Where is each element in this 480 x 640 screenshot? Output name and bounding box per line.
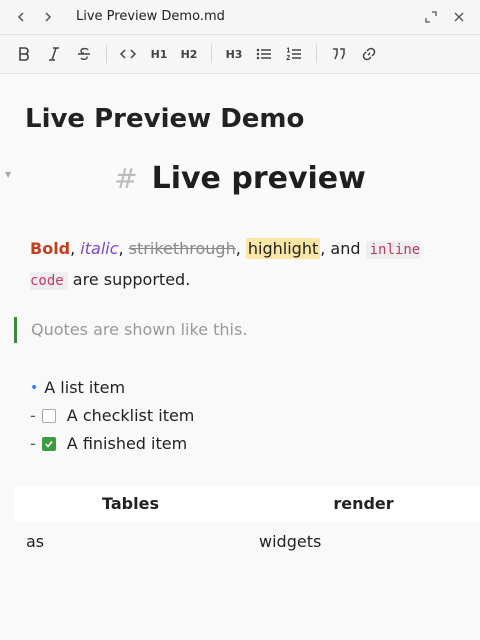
- checklist-item-text: A checklist item: [66, 406, 195, 425]
- paragraph-tail: are supported.: [67, 270, 191, 289]
- list-marker: -: [30, 434, 36, 453]
- bold-button[interactable]: [14, 43, 34, 65]
- table-row: as widgets: [14, 522, 480, 562]
- note-title[interactable]: Live Preview Demo: [25, 104, 304, 134]
- back-button[interactable]: [11, 7, 31, 27]
- formatting-toolbar: H1 H2 H3: [0, 35, 480, 74]
- formatting-paragraph[interactable]: Bold, italic, strikethrough, highlight, …: [30, 234, 455, 296]
- heading2-button[interactable]: H2: [179, 43, 199, 65]
- blockquote[interactable]: Quotes are shown like this.: [14, 317, 247, 343]
- window-title: Live Preview Demo.md: [76, 9, 225, 24]
- italic-icon: [49, 47, 59, 61]
- table-widget[interactable]: Tables render as widgets: [14, 486, 480, 562]
- bullet-icon: •: [30, 380, 39, 396]
- quote-button[interactable]: [329, 43, 349, 65]
- heading-text: Live preview: [151, 161, 366, 196]
- table-cell[interactable]: widgets: [247, 522, 480, 562]
- separator-text: ,: [70, 239, 81, 258]
- quote-icon: [333, 48, 345, 60]
- checkbox-unchecked[interactable]: [41, 409, 56, 423]
- bold-icon: [19, 47, 29, 61]
- toolbar-separator: [316, 45, 317, 63]
- strikethrough-button[interactable]: [74, 43, 94, 65]
- chevron-left-icon: [17, 12, 24, 22]
- italic-button[interactable]: [44, 43, 64, 65]
- close-button[interactable]: [449, 7, 469, 27]
- title-bar: Live Preview Demo.md: [0, 0, 480, 35]
- table-header-cell[interactable]: Tables: [14, 486, 247, 522]
- separator-text: ,: [118, 239, 129, 258]
- expand-icon: [425, 11, 437, 23]
- checklist-item-done[interactable]: - A finished item: [30, 430, 194, 458]
- heading1-button[interactable]: H1: [149, 43, 169, 65]
- table-header-cell[interactable]: render: [247, 486, 480, 522]
- expand-button[interactable]: [421, 7, 441, 27]
- checkmark-icon: [45, 441, 53, 448]
- checklist-item[interactable]: - A checklist item: [30, 402, 194, 430]
- link-button[interactable]: [359, 43, 379, 65]
- heading-line[interactable]: # Live preview: [0, 161, 480, 205]
- heading-marker: #: [114, 162, 138, 195]
- strikethrough-text: strikethrough: [128, 239, 236, 258]
- highlighted-text: highlight: [245, 238, 321, 259]
- separator-text: ,: [235, 239, 246, 258]
- editor-content[interactable]: Live Preview Demo ▼ # Live preview Bold,…: [0, 74, 480, 640]
- chevron-right-icon: [45, 12, 52, 22]
- table-cell[interactable]: as: [14, 522, 247, 562]
- list: • A list item - A checklist item - A fin…: [30, 374, 194, 458]
- strikethrough-icon: [78, 47, 90, 61]
- list-item-text: A list item: [44, 378, 126, 397]
- toolbar-separator: [211, 45, 212, 63]
- code-button[interactable]: [118, 43, 138, 65]
- heading3-button[interactable]: H3: [224, 43, 244, 65]
- list-item[interactable]: • A list item: [30, 374, 194, 402]
- checkbox-checked[interactable]: [41, 437, 56, 451]
- numbered-list-button[interactable]: [284, 43, 304, 65]
- close-icon: [454, 12, 464, 22]
- list-marker: -: [30, 406, 36, 425]
- bullet-list-icon: [256, 48, 271, 60]
- checklist-item-text: A finished item: [66, 434, 188, 453]
- table-header-row: Tables render: [14, 486, 480, 522]
- code-icon: [119, 49, 137, 59]
- toolbar-separator: [106, 45, 107, 63]
- bold-text: Bold: [30, 239, 71, 258]
- separator-text: , and: [320, 239, 366, 258]
- bullet-list-button[interactable]: [254, 43, 274, 65]
- link-icon: [362, 47, 376, 61]
- numbered-list-icon: [286, 47, 301, 60]
- italic-text: italic: [80, 239, 119, 258]
- forward-button[interactable]: [38, 7, 58, 27]
